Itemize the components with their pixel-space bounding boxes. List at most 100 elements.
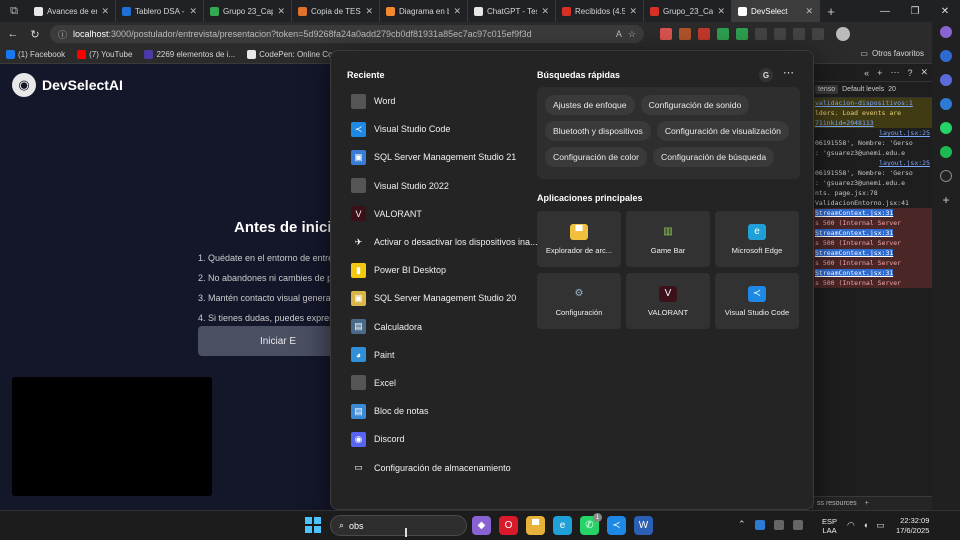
browser-tab[interactable]: Grupo_23_Cap ✕: [644, 0, 732, 22]
file-explorer-icon[interactable]: ▀: [526, 516, 545, 535]
extension-icon[interactable]: [660, 28, 672, 40]
read-aloud-icon[interactable]: A: [616, 29, 622, 39]
filter-chip[interactable]: tenso: [815, 85, 839, 94]
recent-item[interactable]: ✈ Activar o desactivar los dispositivos i…: [345, 228, 538, 256]
close-tab-icon[interactable]: ✕: [805, 6, 813, 17]
add-icon[interactable]: +: [940, 194, 952, 206]
browser-tab[interactable]: DevSelect ✕: [732, 0, 820, 22]
recent-item[interactable]: ▤ Calculadora: [345, 313, 535, 341]
profile-avatar[interactable]: [836, 27, 850, 41]
app-tile[interactable]: V VALORANT: [626, 273, 710, 329]
more-tabs-icon[interactable]: «: [864, 68, 869, 78]
back-icon[interactable]: ←: [4, 25, 22, 43]
opera-icon[interactable]: O: [499, 516, 518, 535]
recent-item[interactable]: ▤ Bloc de notas: [345, 397, 535, 425]
recent-item[interactable]: V VALORANT: [345, 200, 535, 228]
tools-icon[interactable]: [940, 74, 952, 86]
more-options-icon[interactable]: ⋯: [890, 67, 899, 78]
source-link[interactable]: StreamContext.jsx:31: [815, 249, 894, 257]
source-link[interactable]: StreamContext.jsx:31: [815, 229, 894, 237]
recent-item[interactable]: Word: [345, 87, 535, 115]
quick-search-pill[interactable]: Ajustes de enfoque: [545, 95, 635, 115]
new-tab-button[interactable]: +: [820, 0, 842, 22]
whatsapp-icon[interactable]: ✆ 1: [580, 513, 602, 535]
shield-icon[interactable]: [717, 28, 729, 40]
close-tab-icon[interactable]: ✕: [365, 6, 373, 17]
info-icon[interactable]: ⓘ: [58, 28, 67, 41]
help-icon[interactable]: ?: [907, 68, 912, 78]
bookmark-item[interactable]: (1) Facebook: [6, 50, 65, 59]
tray-app-icon[interactable]: [792, 519, 803, 530]
add-icon[interactable]: +: [865, 500, 869, 507]
search-icon[interactable]: [940, 50, 952, 62]
app-tile[interactable]: ▀ Explorador de arc...: [537, 211, 621, 267]
browser-tab[interactable]: Avances de en ✕: [28, 0, 116, 22]
app-tile[interactable]: ≺ Visual Studio Code: [715, 273, 799, 329]
spotify-icon[interactable]: [940, 146, 952, 158]
browser-tab[interactable]: Grupo 23_Cap ✕: [204, 0, 292, 22]
browser-tab[interactable]: Recibidos (4.5 ✕: [556, 0, 644, 22]
copilot-icon[interactable]: ◆: [472, 516, 491, 535]
browser-tab[interactable]: ChatGPT - Tesi ✕: [468, 0, 556, 22]
vscode-icon[interactable]: ≺: [607, 516, 626, 535]
copilot-icon[interactable]: [940, 26, 952, 38]
recent-item[interactable]: ▣ SQL Server Management Studio 21: [345, 143, 535, 171]
quick-search-pill[interactable]: Configuración de sonido: [640, 95, 750, 115]
recent-item[interactable]: Visual Studio 2022: [345, 172, 535, 200]
chevron-up-icon[interactable]: ⌃: [738, 519, 746, 530]
clock[interactable]: 22:32:09 17/6/2025: [896, 516, 929, 536]
minimize-icon[interactable]: —: [870, 0, 900, 22]
app-tile[interactable]: ⚙ Configuración: [537, 273, 621, 329]
source-link[interactable]: StreamContext.jsx:31: [815, 269, 894, 277]
close-window-icon[interactable]: ✕: [930, 0, 960, 22]
recent-item[interactable]: ◉ Discord: [345, 425, 535, 453]
puzzle-icon[interactable]: [755, 28, 767, 40]
tiktok-icon[interactable]: [940, 170, 952, 182]
source-link[interactable]: StreamContext.jsx:31: [815, 209, 894, 217]
bookmark-item[interactable]: CodePen: Online Co...: [247, 50, 339, 59]
taskbar-search-input[interactable]: ⌕ obs: [330, 515, 467, 536]
close-tab-icon[interactable]: ✕: [453, 6, 461, 17]
recent-item[interactable]: ◕ Paint: [345, 341, 535, 369]
quick-search-pill[interactable]: Configuración de búsqueda: [653, 147, 775, 167]
address-bar[interactable]: ⓘ localhost:3000/postulador/entrevista/p…: [50, 25, 644, 43]
extension-icon[interactable]: [679, 28, 691, 40]
split-screen-icon[interactable]: [774, 28, 786, 40]
source-link[interactable]: validacion-dispositivos:1: [815, 99, 913, 107]
quick-search-pill[interactable]: Bluetooth y dispositivos: [545, 121, 651, 141]
maximize-icon[interactable]: ❐: [900, 0, 930, 22]
edge-icon[interactable]: e: [553, 516, 572, 535]
download-icon[interactable]: [812, 28, 824, 40]
onedrive-icon[interactable]: [754, 519, 765, 530]
favorites-icon[interactable]: [793, 28, 805, 40]
source-link[interactable]: layout.jsx:25: [879, 159, 930, 167]
brand[interactable]: ◉ DevSelectAI: [12, 73, 123, 97]
favorite-star-icon[interactable]: ☆: [628, 29, 636, 40]
word-icon[interactable]: W: [634, 516, 653, 535]
recent-item[interactable]: Excel: [345, 369, 535, 397]
source-link[interactable]: layout.jsx:25: [879, 129, 930, 137]
browser-tab[interactable]: Diagrama en b ✕: [380, 0, 468, 22]
close-tab-icon[interactable]: ✕: [629, 6, 637, 17]
quick-search-pill[interactable]: Configuración de color: [545, 147, 647, 167]
issues-count[interactable]: 20: [888, 86, 896, 93]
close-devtools-icon[interactable]: ✕: [920, 67, 928, 78]
add-tab-icon[interactable]: +: [877, 68, 882, 78]
whatsapp-icon[interactable]: [940, 122, 952, 134]
account-avatar[interactable]: G: [759, 68, 773, 82]
browser-tab[interactable]: Copia de TESIS ✕: [292, 0, 380, 22]
log-levels-dropdown[interactable]: Default levels: [842, 86, 884, 93]
close-tab-icon[interactable]: ✕: [189, 6, 197, 17]
outlook-icon[interactable]: [940, 98, 952, 110]
close-tab-icon[interactable]: ✕: [717, 6, 725, 17]
language-indicator[interactable]: ESP LAA: [822, 517, 837, 535]
bookmark-item[interactable]: 2269 elementos de i...: [144, 50, 235, 59]
windows-start-icon[interactable]: [305, 517, 321, 533]
app-tile[interactable]: e Microsoft Edge: [715, 211, 799, 267]
extension-icon[interactable]: [736, 28, 748, 40]
close-tab-icon[interactable]: ✕: [541, 6, 549, 17]
recent-item[interactable]: ▭ Configuración de almacenamiento: [345, 453, 535, 481]
bookmark-item[interactable]: (7) YouTube: [77, 50, 132, 59]
recent-item[interactable]: ≺ Visual Studio Code: [345, 115, 535, 143]
extension-icon[interactable]: [698, 28, 710, 40]
